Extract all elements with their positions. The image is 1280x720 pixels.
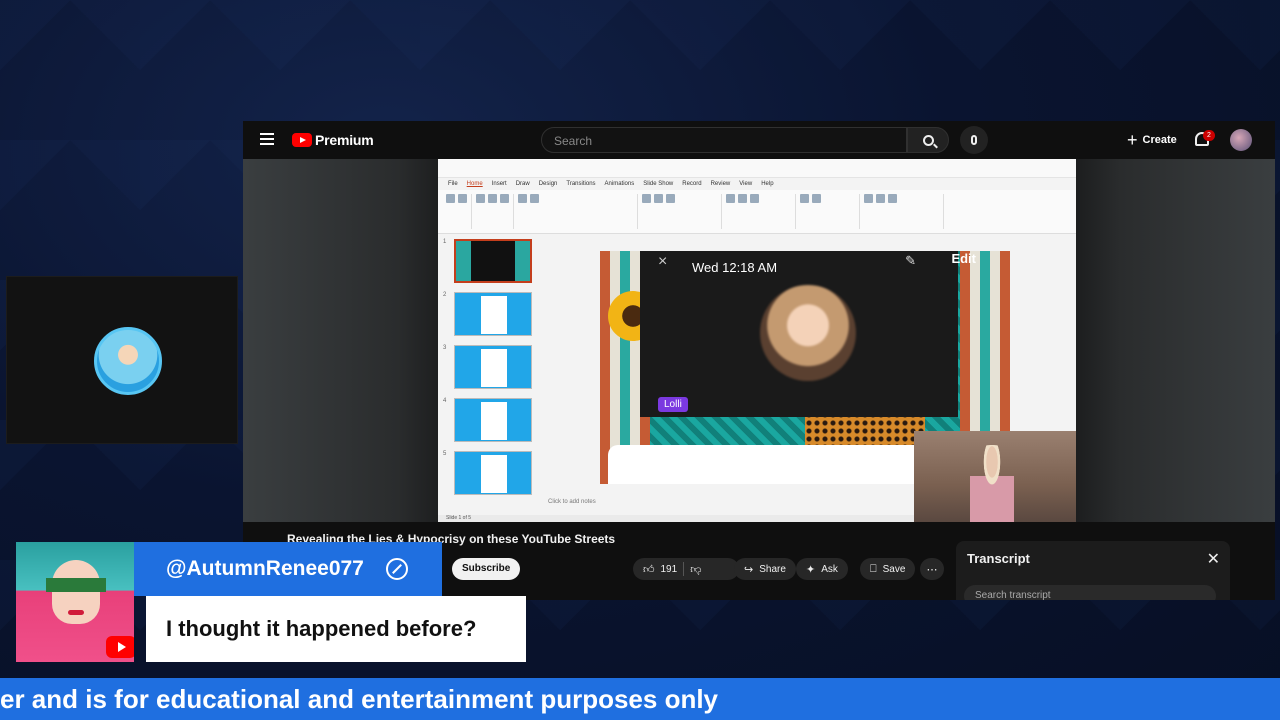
slide-number: 5 [443,451,447,457]
slide-number: 2 [443,292,447,298]
ppt-menu-item[interactable]: Animations [605,181,635,187]
sparkle-icon: ✦ [806,563,816,576]
streamer-camera-panel [6,276,238,444]
ppt-menu-item[interactable]: Slide Show [643,181,673,187]
transcript-search-input[interactable]: Search transcript [964,585,1216,600]
ppt-ribbon [438,190,1076,234]
more-actions-button[interactable]: ⋯ [920,558,944,580]
ppt-titlebar [438,159,1076,178]
slide-number: 3 [443,345,447,351]
slide-thumbnails: 1 2 3 4 5 [438,235,538,515]
avatar-lips [68,610,84,615]
slide-thumbnail[interactable] [454,451,532,495]
search-icon [922,134,934,146]
slash-circle-icon [386,558,408,580]
more-icon: ⋯ [926,563,938,576]
youtube-badge-icon [106,636,134,658]
bookmark-icon: ⎕ [870,562,877,575]
microphone-icon [971,135,977,145]
plus-icon: + [1127,130,1138,150]
thumbs-up-icon[interactable]: 👍︎ [643,563,655,576]
like-dislike-group[interactable]: 👍︎ 191 👎︎ [633,558,739,580]
notification-count-badge: 2 [1203,130,1215,141]
commenter-username: @AutumnRenee077 [166,557,364,580]
ppt-menu-item[interactable]: File [448,181,458,187]
youtube-premium-logo[interactable]: Premium [292,132,374,148]
ribbon-group [518,194,638,229]
notes-placeholder[interactable]: Click to add notes [548,499,596,505]
comment-name-bar: @AutumnRenee077 [134,542,442,596]
slide-number: 4 [443,398,447,404]
slide-thumbnail[interactable] [454,398,532,442]
ppt-menu-item[interactable]: Design [539,181,558,187]
search-button[interactable] [907,127,949,153]
ribbon-group [726,194,796,229]
ppt-menu-item[interactable]: Help [761,181,773,187]
disclaimer-ticker: er and is for educational and entertainm… [0,678,1280,720]
share-label: Share [759,563,786,575]
ppt-menu-item[interactable]: Home [467,181,483,187]
create-button[interactable]: + Create [1123,129,1181,151]
channel-logo-avatar [94,327,162,395]
close-icon[interactable]: × [658,253,667,271]
ribbon-group [800,194,860,229]
close-icon[interactable]: ✕ [1207,549,1220,569]
ppt-menu-item[interactable]: Insert [492,181,507,187]
ribbon-group [476,194,514,229]
voice-search-button[interactable] [960,126,988,154]
thumbs-down-icon[interactable]: 👎︎ [690,563,701,576]
save-label: Save [882,563,906,575]
logo-text: Premium [315,132,374,148]
transcript-panel: Transcript ✕ Search transcript [956,541,1230,600]
ask-button[interactable]: ✦ Ask [796,558,848,580]
pencil-icon[interactable]: ✎ [905,253,916,269]
edit-button[interactable]: Edit [951,251,976,266]
like-count: 191 [660,563,678,575]
youtube-window: Premium Search + Create 2 File Home Insert… [243,121,1275,600]
ppt-menu-item[interactable]: View [739,181,752,187]
ppt-menu-item[interactable]: Review [711,181,731,187]
ribbon-group [864,194,944,229]
comment-text-box: I thought it happened before? [146,596,526,662]
divider [683,562,685,576]
ribbon-group [642,194,722,229]
ppt-menu-item[interactable]: Record [682,181,701,187]
search-input[interactable]: Search [541,127,907,153]
avatar-sunglasses [46,578,106,592]
presenter-webcam [914,431,1076,522]
profile-avatar[interactable] [1230,129,1252,151]
ppt-menu-item[interactable]: Draw [516,181,530,187]
create-label: Create [1142,134,1177,146]
save-button[interactable]: ⎕ Save [860,558,916,580]
caller-photo [760,285,856,381]
call-time: Wed 12:18 AM [692,260,778,275]
video-player[interactable]: File Home Insert Draw Design Transitions Anima… [243,159,1275,522]
slide-thumbnail[interactable] [454,239,532,283]
commenter-avatar [16,542,134,662]
youtube-logo-icon [292,133,312,147]
youtube-topbar: Premium Search + Create 2 [243,121,1275,159]
ask-label: Ask [821,563,838,575]
participant-chip: Lolli [658,397,688,412]
ribbon-group [446,194,472,229]
ppt-menu-item[interactable]: Transitions [566,181,595,187]
share-icon: ↪ [744,563,754,576]
ticker-text: er and is for educational and entertainm… [0,684,719,714]
menu-icon[interactable] [260,133,274,145]
presenter-figure [970,445,1014,522]
call-overlay: × Wed 12:18 AM ✎ Edit Lolli [640,251,976,417]
slide-thumbnail[interactable] [454,292,532,336]
transcript-title: Transcript [967,551,1030,566]
ppt-menu-bar: File Home Insert Draw Design Transitions Anima… [438,178,1076,190]
comment-text: I thought it happened before? [166,616,477,641]
subscribe-button[interactable]: Subscribe [452,558,521,580]
slide-thumbnail[interactable] [454,345,532,389]
share-button[interactable]: ↪ Share [734,558,796,580]
slide-number: 1 [443,239,447,245]
